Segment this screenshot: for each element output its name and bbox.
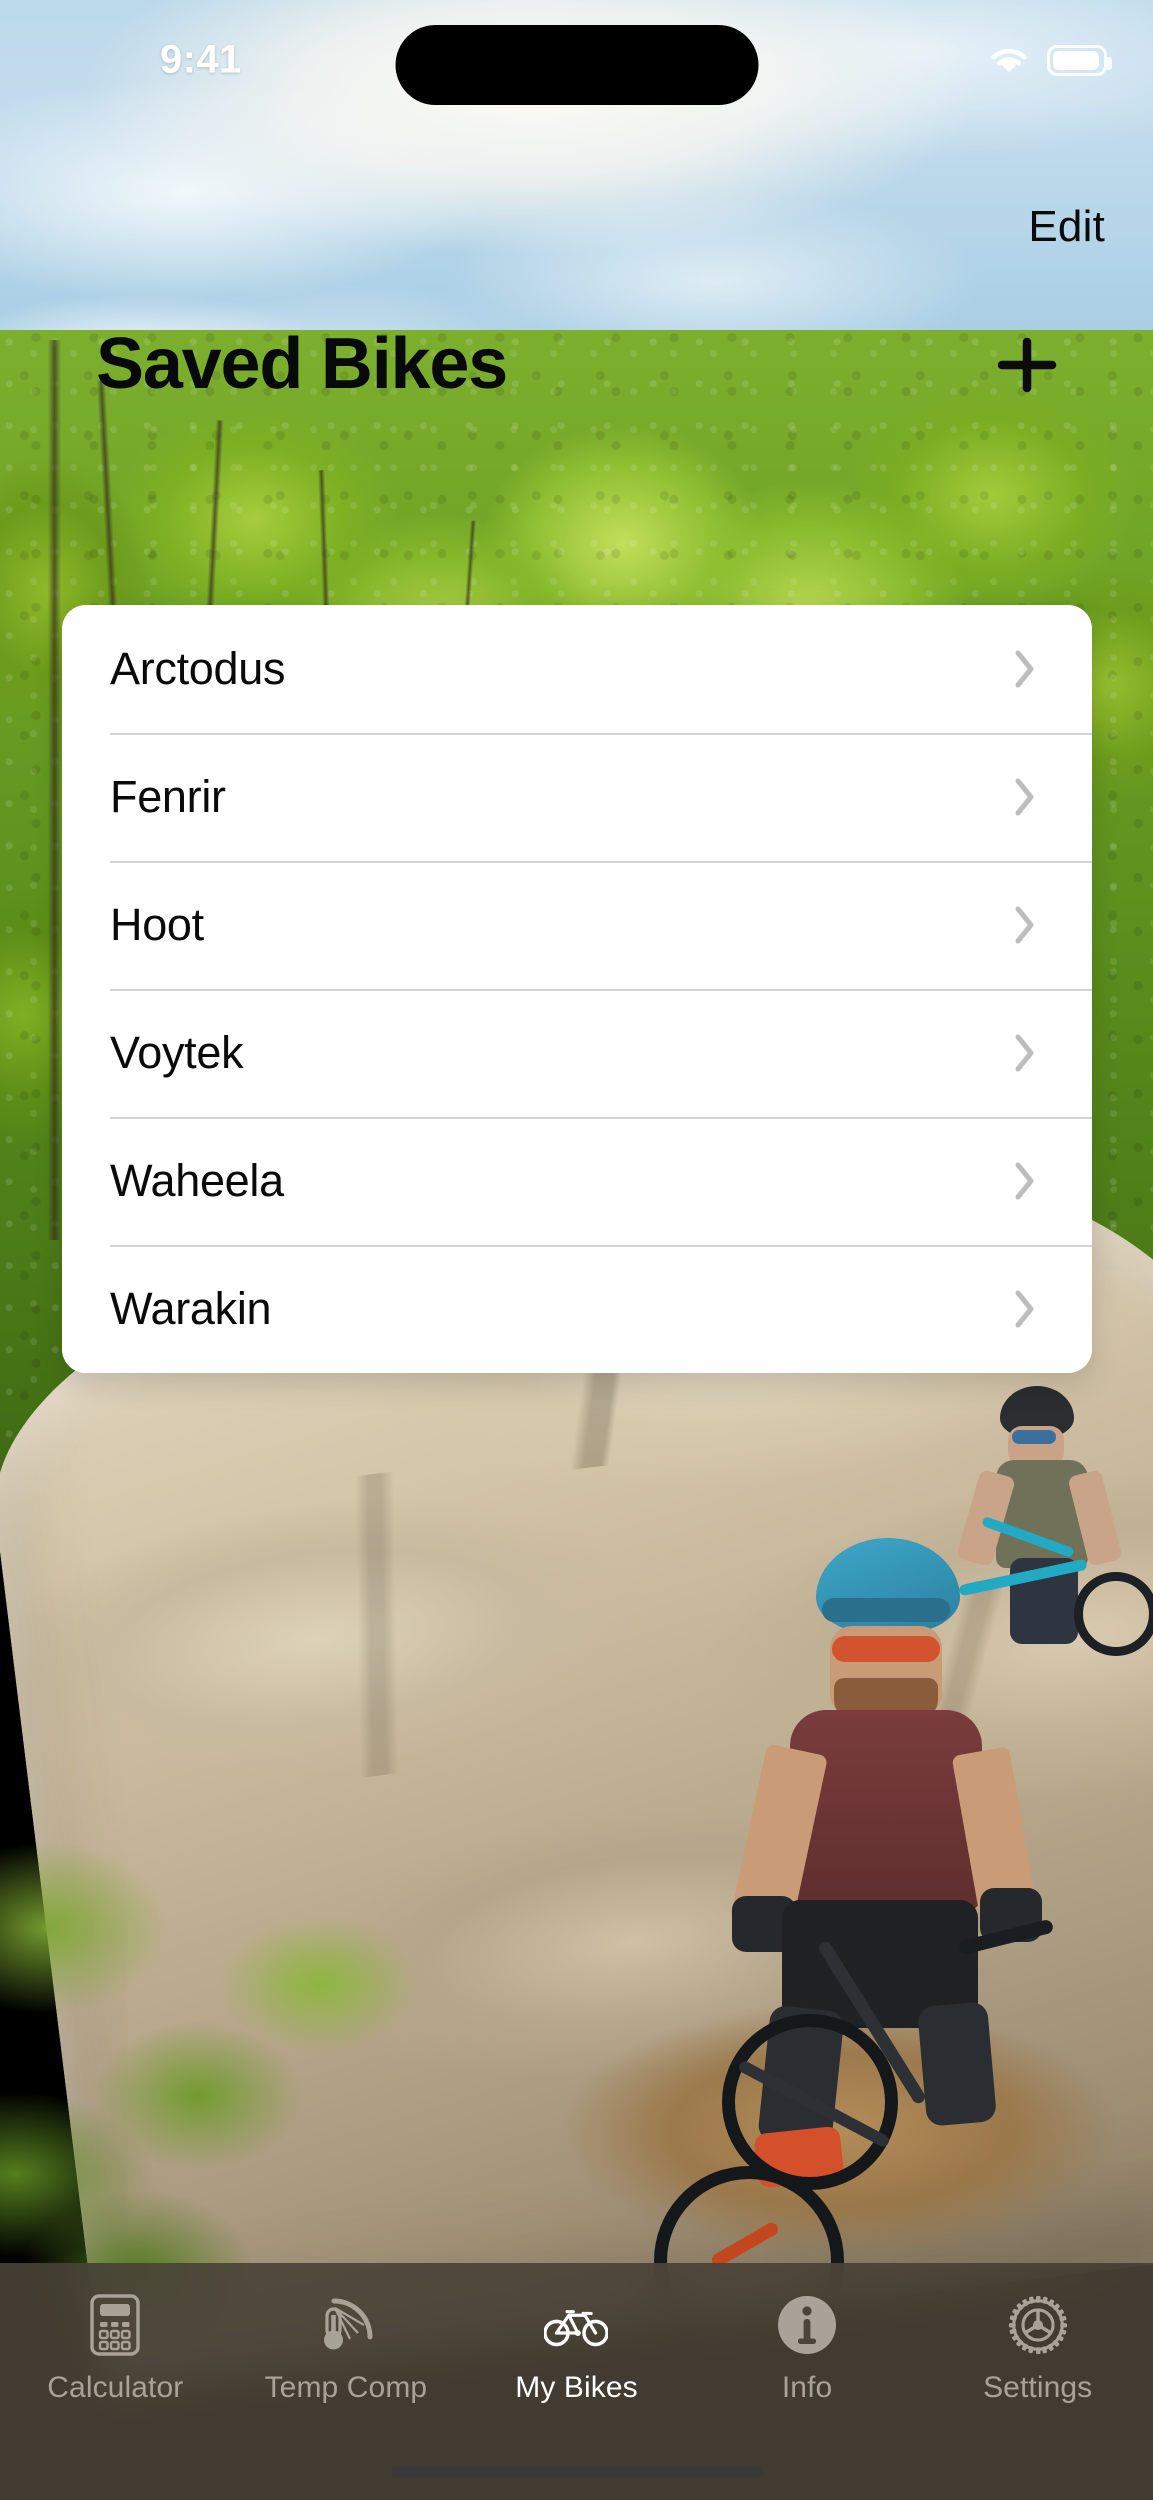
list-item[interactable]: Arctodus — [62, 605, 1092, 733]
tab-my-bikes[interactable]: My Bikes — [461, 2293, 692, 2405]
tab-settings[interactable]: Settings — [922, 2293, 1153, 2405]
calculator-icon — [83, 2293, 147, 2357]
tab-label: Settings — [983, 2371, 1093, 2404]
tab-label: Temp Comp — [264, 2371, 428, 2404]
chevron-right-icon — [1015, 778, 1034, 816]
tab-label: Info — [781, 2371, 833, 2404]
bicycle-icon — [544, 2293, 609, 2357]
wifi-icon — [991, 48, 1027, 73]
bike-name: Waheela — [110, 1155, 284, 1206]
edit-button[interactable]: Edit — [1028, 202, 1105, 252]
list-item[interactable]: Hoot — [62, 861, 1092, 989]
tab-temp-comp[interactable]: Temp Comp — [231, 2293, 462, 2405]
foreground-brush — [0, 1760, 730, 2320]
saved-bikes-list: Arctodus Fenrir Hoot Voytek Waheela Wara… — [62, 605, 1092, 1373]
bike-name: Warakin — [110, 1283, 272, 1334]
tab-label: Calculator — [47, 2371, 184, 2404]
list-item[interactable]: Waheela — [62, 1117, 1092, 1245]
home-indicator[interactable] — [390, 2465, 763, 2478]
list-item[interactable]: Warakin — [62, 1245, 1092, 1373]
app-screen: 9:41 Edit Saved Bikes Arctodus Fenrir Ho… — [0, 0, 1153, 2500]
bike-name: Fenrir — [110, 771, 226, 822]
dynamic-island — [395, 25, 758, 105]
tab-calculator[interactable]: Calculator — [0, 2293, 231, 2405]
chevron-right-icon — [1015, 1162, 1034, 1200]
list-item[interactable]: Voytek — [62, 989, 1092, 1117]
chainring-gear-icon — [1006, 2293, 1070, 2357]
rider-foreground — [654, 1538, 1068, 2356]
chevron-right-icon — [1015, 650, 1034, 688]
list-item[interactable]: Fenrir — [62, 733, 1092, 861]
plus-icon — [997, 337, 1057, 393]
thermometer-wheel-icon — [314, 2293, 378, 2357]
chevron-right-icon — [1015, 1290, 1034, 1328]
battery-icon — [1047, 44, 1112, 76]
add-bike-button[interactable] — [988, 332, 1066, 398]
status-indicators — [987, 44, 1112, 76]
chevron-right-icon — [1015, 906, 1034, 944]
tab-info[interactable]: Info — [692, 2293, 923, 2405]
bike-name: Arctodus — [110, 643, 286, 694]
bike-name: Voytek — [110, 1027, 244, 1078]
tree-trunk — [48, 340, 61, 1240]
page-title: Saved Bikes — [96, 324, 508, 404]
tab-label: My Bikes — [515, 2371, 638, 2404]
status-time: 9:41 — [160, 37, 242, 82]
bike-name: Hoot — [110, 899, 204, 950]
info-circle-icon — [775, 2293, 839, 2357]
tab-bar: Calculator Temp Comp My Bikes Info Setti… — [0, 2263, 1153, 2500]
status-bar: 9:41 — [0, 0, 1153, 120]
chevron-right-icon — [1015, 1034, 1034, 1072]
